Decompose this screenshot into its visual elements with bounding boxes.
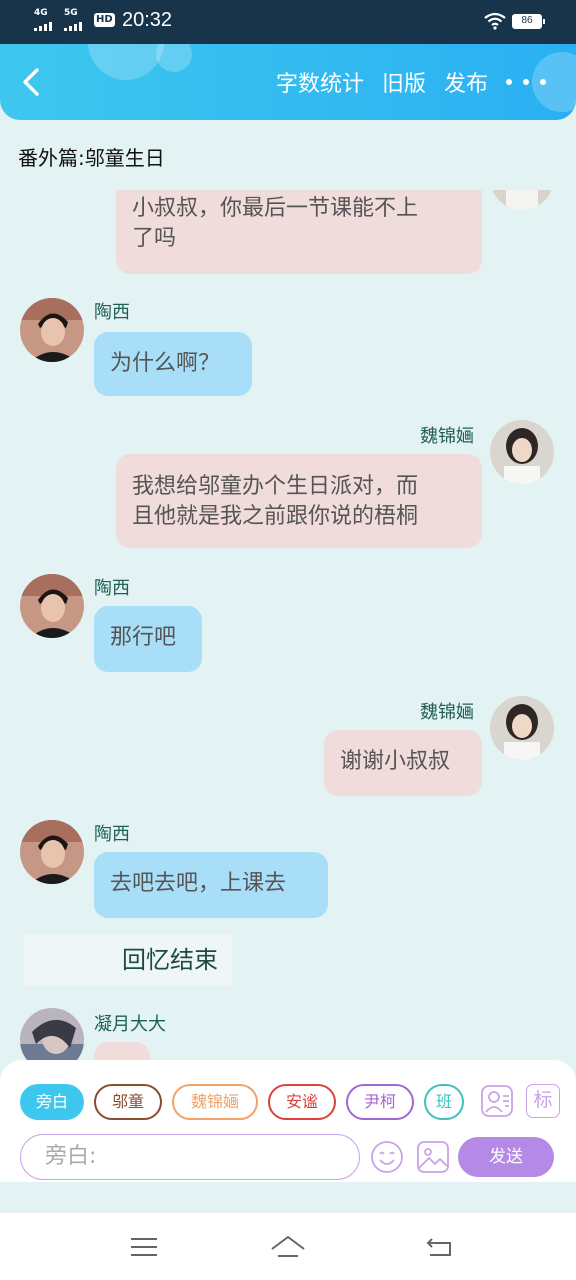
role-chip[interactable]: 邬童 [94, 1084, 162, 1120]
avatar[interactable] [490, 696, 554, 760]
role-chip[interactable]: 班 [424, 1084, 464, 1120]
system-nav-bar [0, 1212, 576, 1280]
word-count-button[interactable]: 字数统计 [276, 66, 364, 98]
signal-5g-icon: 5G [64, 8, 82, 31]
home-icon[interactable] [268, 1229, 308, 1265]
message-line: 且他就是我之前跟你说的梧桐 [132, 504, 419, 529]
tag-icon[interactable]: 标 [526, 1084, 560, 1118]
sender-name: 魏锦婳 [420, 426, 474, 447]
message-bubble[interactable]: 小叔叔，你最后一节课能不上 了吗 [116, 190, 482, 274]
back-icon[interactable] [420, 1229, 460, 1265]
compose-panel: 旁白 邬童 魏锦婳 安谧 尹柯班 标 旁白: 发送 [0, 1060, 576, 1182]
old-version-button[interactable]: 旧版 [382, 66, 426, 98]
decor-bubble [156, 44, 192, 72]
image-icon[interactable] [416, 1140, 450, 1174]
menu-icon[interactable] [124, 1229, 164, 1265]
role-chip[interactable]: 魏锦婳 [172, 1084, 258, 1120]
decor-bubble [88, 44, 164, 80]
message-text: 谢谢小叔叔 [340, 749, 451, 774]
more-options-icon[interactable] [506, 72, 546, 92]
avatar[interactable] [490, 190, 554, 210]
emoji-icon[interactable] [370, 1140, 404, 1174]
sender-name: 陶西 [94, 578, 130, 599]
avatar[interactable] [20, 298, 84, 362]
role-chip[interactable]: 旁白 [20, 1084, 84, 1120]
character-profile-icon[interactable] [480, 1084, 514, 1118]
message-bubble[interactable]: 谢谢小叔叔 [324, 730, 482, 796]
message-bubble[interactable]: 那行吧 [94, 606, 202, 672]
role-chip[interactable]: 安谧 [268, 1084, 336, 1120]
send-button[interactable]: 发送 [458, 1137, 554, 1177]
wifi-icon [484, 12, 506, 30]
sender-name: 凝月大大 [94, 1014, 166, 1035]
top-app-bar: 字数统计 旧版 发布 [0, 44, 576, 120]
message-bubble[interactable] [94, 1042, 150, 1062]
battery-icon: 86 [512, 14, 545, 29]
back-arrow-icon[interactable] [16, 66, 48, 98]
clock: 20:32 [122, 9, 173, 31]
sender-name: 魏锦婳 [420, 702, 474, 723]
message-text: 去吧去吧，上课去 [110, 871, 287, 896]
message-line: 我想给邬童办个生日派对，而 [132, 474, 419, 499]
message-input[interactable]: 旁白: [20, 1134, 360, 1180]
message-bubble[interactable]: 我想给邬童办个生日派对，而 且他就是我之前跟你说的梧桐 [116, 454, 482, 548]
avatar[interactable] [20, 820, 84, 884]
message-bubble[interactable]: 为什么啊？ [94, 332, 252, 396]
chat-area[interactable]: 小叔叔，你最后一节课能不上 了吗 陶西 为什么啊？ 魏锦婳 我想给邬童办个生日派… [0, 190, 576, 1062]
hd-voice-icon: HD [94, 13, 115, 27]
sender-name: 陶西 [94, 302, 130, 323]
role-chip[interactable]: 尹柯 [346, 1084, 414, 1120]
message-text: 为什么啊？ [110, 351, 221, 376]
header-actions: 字数统计 旧版 发布 [276, 44, 576, 120]
publish-button[interactable]: 发布 [444, 66, 488, 98]
avatar[interactable] [490, 420, 554, 484]
avatar[interactable] [20, 1008, 84, 1062]
signal-4g-icon: 4G [34, 8, 52, 31]
role-selector: 旁白 邬童 魏锦婳 安谧 尹柯班 [20, 1084, 466, 1122]
message-line: 小叔叔，你最后一节课能不上 [132, 196, 419, 221]
chapter-title: 番外篇:邬童生日 [18, 146, 165, 170]
sender-name: 陶西 [94, 824, 130, 845]
message-bubble[interactable]: 去吧去吧，上课去 [94, 852, 328, 918]
narration-block[interactable]: 回忆结束 [24, 934, 232, 986]
avatar[interactable] [20, 574, 84, 638]
message-text: 那行吧 [110, 625, 177, 650]
status-bar: 4G 5G HD 20:32 86 [0, 0, 576, 44]
message-line: 了吗 [132, 226, 177, 251]
